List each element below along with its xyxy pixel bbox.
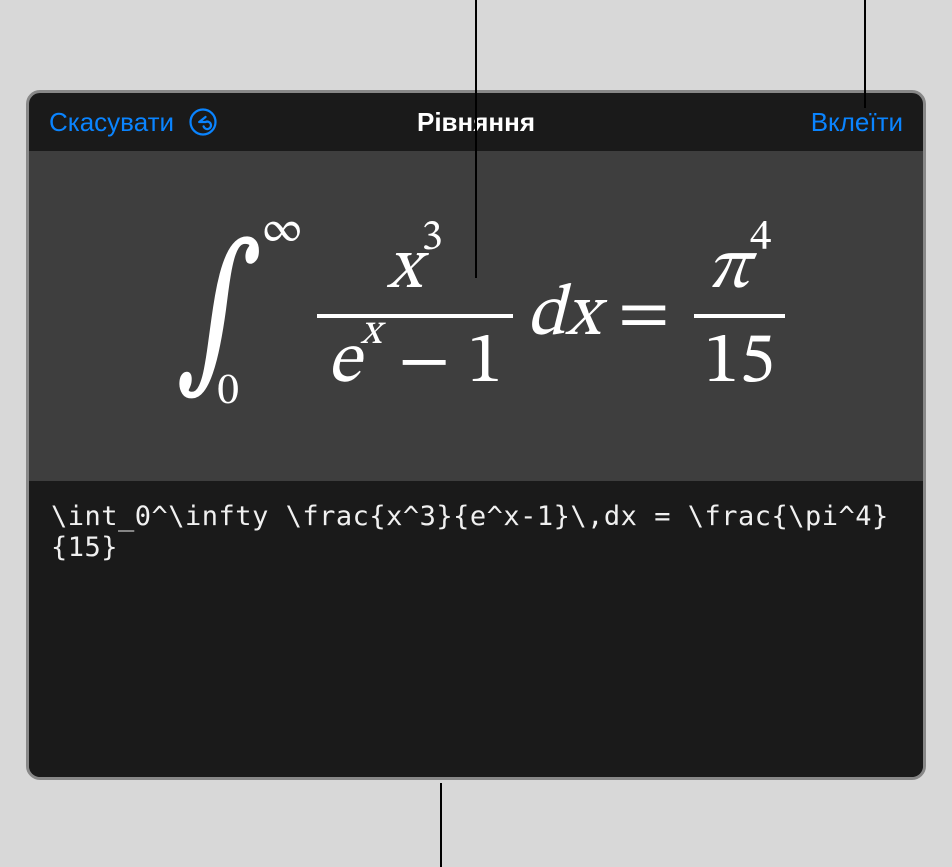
denominator-exp: x — [361, 311, 382, 354]
integral-sign: ∫ — [175, 257, 262, 376]
integral-lower-bound: 0 — [217, 370, 259, 414]
dx-symbol: dx — [527, 271, 600, 361]
fraction-left: x3 ex − 1 — [317, 224, 512, 409]
integral-upper-bound: ∞ — [261, 208, 303, 252]
equals-sign: = — [618, 271, 670, 361]
callout-line-insert — [864, 0, 866, 108]
pi-exp: 4 — [750, 217, 771, 260]
pi-symbol: π — [707, 233, 750, 305]
latex-source-input[interactable] — [29, 481, 923, 779]
callout-line-input — [440, 783, 442, 867]
callout-line-preview — [475, 0, 477, 278]
cancel-button[interactable]: Скасувати — [49, 107, 174, 138]
numerator-base: x — [387, 233, 422, 305]
header-left-group: Скасувати — [49, 107, 218, 138]
denominator-right: 15 — [694, 318, 785, 408]
denominator-tail: − 1 — [381, 327, 502, 399]
numerator-exp: 3 — [421, 217, 442, 260]
insert-button[interactable]: Вклеїти — [811, 107, 903, 138]
undo-icon[interactable] — [188, 107, 218, 137]
denominator-base: e — [327, 327, 360, 399]
fraction-right: π4 15 — [694, 224, 785, 409]
